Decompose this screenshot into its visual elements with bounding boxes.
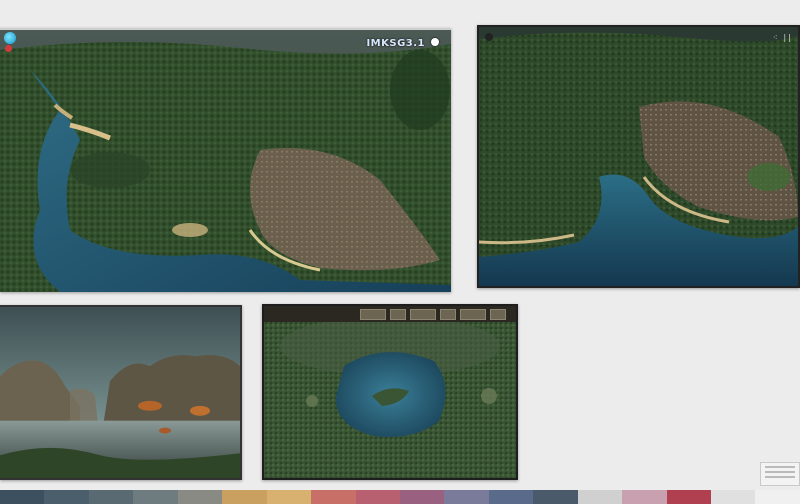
color-swatch [44,490,89,504]
view-toolbar [264,306,516,322]
landscape-render [0,307,240,478]
main-terrain-render [0,30,451,292]
dark-marker-icon[interactable] [485,33,493,41]
secondary-terrain-render [479,27,798,286]
color-swatch [711,490,756,504]
toolbar-button[interactable] [360,308,386,320]
bottom-color-strip [0,490,800,504]
view-overlay-label: ⁖ || [772,33,792,42]
color-swatch [222,490,267,504]
toolbar-button[interactable] [460,308,486,320]
color-swatch [266,490,312,504]
toolbar-button[interactable] [390,308,406,320]
mini-panel-line [765,476,795,478]
color-swatch [399,490,445,504]
color-swatch [488,490,534,504]
color-swatch [311,490,356,504]
mini-panel-line [765,466,795,468]
white-status-dot-icon[interactable] [431,38,439,46]
color-swatch [177,490,223,504]
color-swatch [533,490,578,504]
toolbar-button[interactable] [410,308,436,320]
color-swatch [577,490,623,504]
red-location-marker-icon[interactable] [5,45,12,52]
color-swatch [444,490,489,504]
mini-panel-line [765,471,795,473]
color-swatch [755,490,800,504]
main-terrain-view[interactable]: IMKSG3.1 [0,28,451,292]
color-swatch [666,490,711,504]
color-swatch [355,490,400,504]
toolbar-button[interactable] [490,308,506,320]
mini-panel-widget[interactable] [760,462,800,486]
lake-terrain-render [264,306,516,478]
blue-location-marker-icon[interactable] [4,32,16,44]
lake-terrain-view[interactable] [262,304,518,480]
secondary-terrain-view[interactable]: ⁖ || [477,25,800,288]
toolbar-button[interactable] [440,308,456,320]
landscape-view[interactable] [0,305,242,480]
color-swatch [622,490,667,504]
color-swatch [133,490,178,504]
color-swatch [88,490,134,504]
color-swatch [0,490,45,504]
view-overlay-label: IMKSG3.1 [366,38,425,49]
